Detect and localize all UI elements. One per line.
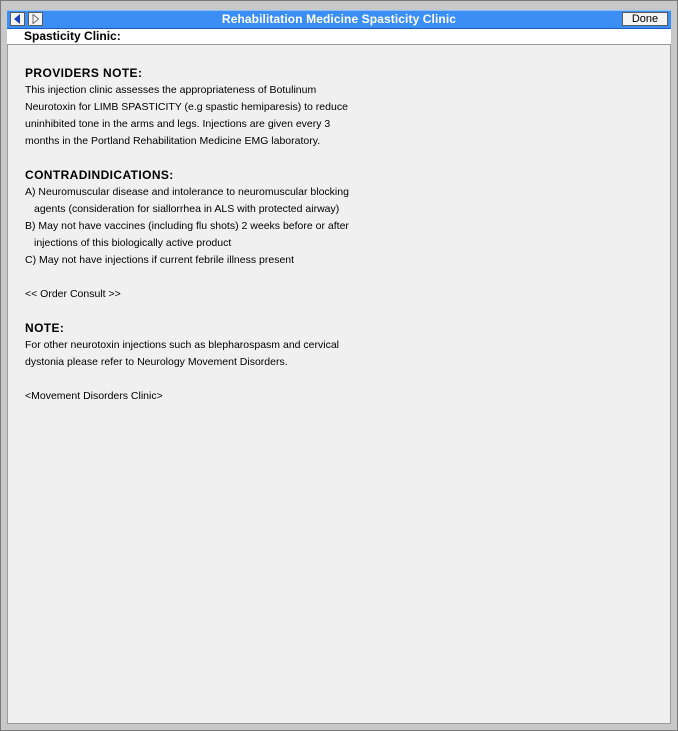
contraindication-line: injections of this biologically active p… — [34, 237, 232, 249]
providers-note-heading: PROVIDERS NOTE: — [25, 66, 143, 80]
title-bar: Rehabilitation Medicine Spasticity Clini… — [7, 10, 671, 29]
note-line: For other neurotoxin injections such as … — [25, 339, 340, 351]
contraindications-heading: CONTRADINDICATIONS: — [25, 168, 174, 182]
contraindication-line: A) Neuromuscular disease and intolerance… — [25, 186, 349, 198]
providers-note-line: months in the Portland Rehabilitation Me… — [25, 135, 321, 147]
content-area: PROVIDERS NOTE: This injection clinic as… — [7, 45, 671, 724]
window-title: Rehabilitation Medicine Spasticity Clini… — [221, 12, 457, 26]
providers-note-line: uninhibited tone in the arms and legs. I… — [25, 118, 331, 130]
providers-note-line: Neurotoxin for LIMB SPASTICITY (e.g spas… — [25, 101, 348, 113]
dialog-window: Rehabilitation Medicine Spasticity Clini… — [0, 0, 678, 731]
contraindication-line: agents (consideration for siallorrhea in… — [34, 203, 340, 215]
note-line: dystonia please refer to Neurology Movem… — [25, 356, 288, 368]
order-consult-link[interactable]: << Order Consult >> — [25, 286, 405, 303]
contraindication-line: C) May not have injections if current fe… — [25, 254, 295, 266]
header-strip: Spasticity Clinic: — [7, 29, 671, 45]
movement-disorders-link[interactable]: <Movement Disorders Clinic> — [25, 388, 405, 405]
document-body: PROVIDERS NOTE: This injection clinic as… — [25, 65, 405, 405]
note-heading: NOTE: — [25, 321, 65, 335]
contraindication-line: B) May not have vaccines (including flu … — [25, 220, 349, 232]
providers-note-line: This injection clinic assesses the appro… — [25, 84, 317, 96]
done-button[interactable]: Done — [622, 12, 668, 26]
page-title: Spasticity Clinic: — [24, 29, 121, 43]
